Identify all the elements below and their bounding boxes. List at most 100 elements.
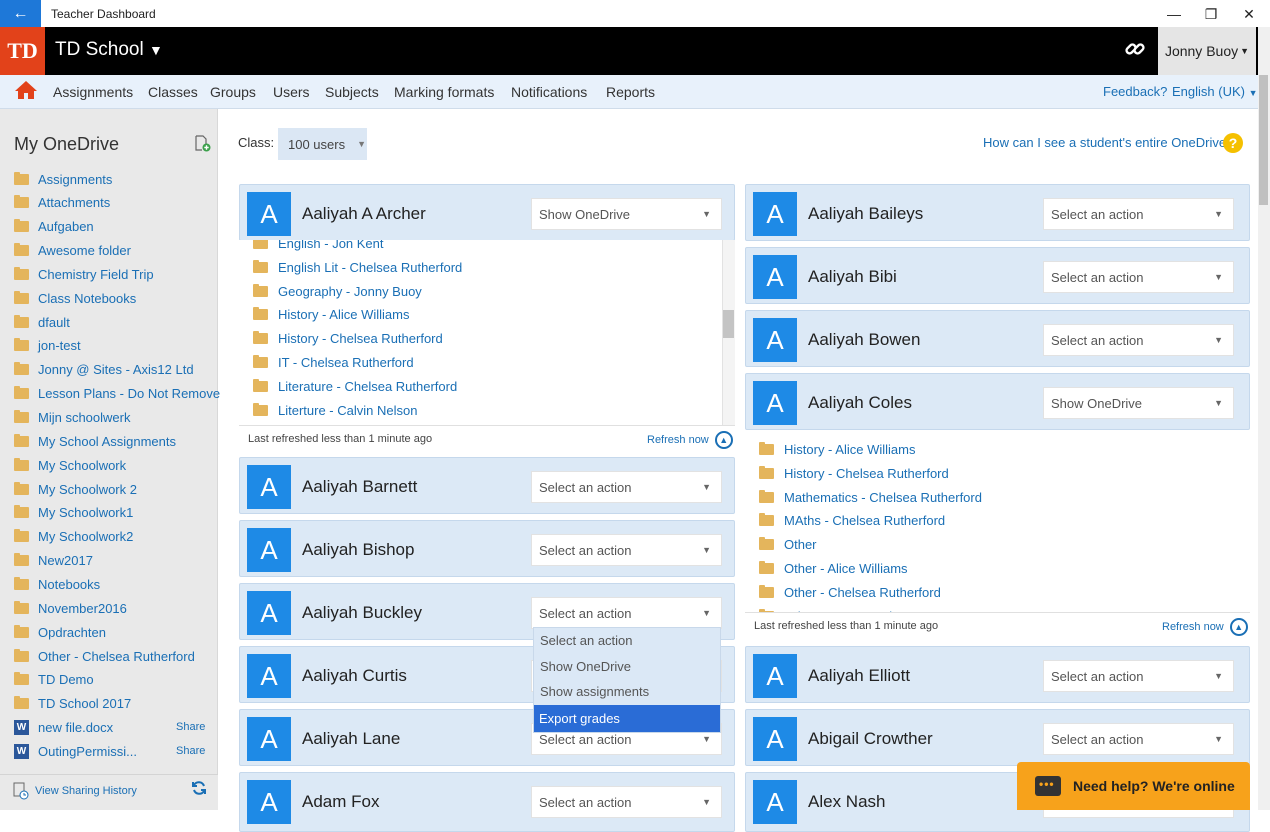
action-select[interactable]: Select an action ▼ [531,786,722,818]
nav-reports[interactable]: Reports [606,84,655,100]
language-label: English (UK) [1172,84,1245,99]
sidebar-folder-item[interactable]: November2016 [14,598,127,618]
home-icon[interactable] [14,80,38,106]
school-selector[interactable]: TD School ▼ [55,39,163,61]
action-select[interactable]: Show OneDrive ▼ [531,198,722,230]
dropdown-option[interactable]: Show OneDrive [540,659,631,674]
onedrive-folder-item[interactable]: History - Chelsea Rutherford [759,465,949,481]
sidebar-folder-item[interactable]: My School Assignments [14,431,176,451]
action-select[interactable]: Select an action ▼ [531,471,722,503]
sidebar-folder-item[interactable]: Mijn schoolwerk [14,408,130,428]
dropdown-option-highlighted[interactable]: Export grades [534,705,720,732]
sidebar-folder-item[interactable]: TD School 2017 [14,694,131,714]
onedrive-folder-panel: History - Alice Williams History - Chelse… [745,432,1250,612]
onedrive-folder-item[interactable]: English - Jon Kent [253,240,384,251]
action-select[interactable]: Select an action ▼ [1043,660,1234,692]
folder-label: History - Alice Williams [784,442,916,457]
close-button[interactable]: ✕ [1226,3,1270,25]
onedrive-folder-item[interactable]: Literture - Calvin Nelson [253,402,417,418]
link-icon[interactable] [1124,38,1146,66]
sidebar-folder-item[interactable]: My Schoolwork 2 [14,479,137,499]
folder-icon [14,600,29,614]
sidebar-folder-item[interactable]: Chemistry Field Trip [14,264,154,284]
student-avatar: A [753,318,797,362]
feedback-link[interactable]: Feedback? [1103,84,1167,99]
action-select[interactable]: Select an action ▼ [1043,198,1234,230]
refresh-now-button[interactable]: Refresh now ▲ [647,431,733,449]
onedrive-folder-item[interactable]: Other - Alice Williams [759,561,908,576]
folder-label: Other [784,537,817,553]
nav-classes[interactable]: Classes [148,84,198,100]
help-icon[interactable]: ? [1223,133,1243,153]
sidebar-folder-item[interactable]: Assignments [14,169,112,189]
nav-groups[interactable]: Groups [210,84,256,100]
nav-assignments[interactable]: Assignments [53,84,133,100]
caret-down-icon: ▼ [702,734,711,744]
page-scrollbar-thumb[interactable] [1259,75,1268,205]
dropdown-option[interactable]: Show assignments [540,684,649,699]
sidebar-file-item[interactable]: W OutingPermissi... [14,741,137,761]
onedrive-folder-item[interactable]: Other [759,537,817,552]
onedrive-folder-item[interactable]: Mathematics - Chelsea Rutherford [759,489,982,505]
folder-label: Mijn schoolwerk [38,410,131,425]
nav-marking-formats[interactable]: Marking formats [394,84,494,100]
action-select[interactable]: Show OneDrive ▼ [1043,387,1234,419]
nav-notifications[interactable]: Notifications [511,84,587,100]
onedrive-folder-item[interactable]: Geography - Jonny Buoy [253,283,422,299]
action-select[interactable]: Select an action ▼ [531,534,722,566]
sidebar-folder-item[interactable]: dfault [14,312,70,332]
sidebar-folder-item[interactable]: Notebooks [14,574,100,594]
sidebar-file-item[interactable]: Wnew file.docx [14,717,113,737]
onedrive-folder-item[interactable]: Other - Chelsea Rutherford [759,584,941,600]
share-link[interactable]: Share [176,745,205,757]
folder-label: My Schoolwork 2 [38,481,137,497]
chat-widget[interactable]: Need help? We're online [1017,762,1250,810]
student-name: Aaliyah Elliott [808,666,911,685]
sidebar-folder-item[interactable]: Jonny @ Sites - Axis12 Ltd [14,360,194,380]
sidebar-folder-item[interactable]: Awesome folder [14,241,131,261]
action-select[interactable]: Select an action ▼ [531,597,722,629]
onedrive-folder-item[interactable]: English Lit - Chelsea Rutherford [253,259,462,275]
view-sharing-history-link[interactable]: View Sharing History [12,782,137,800]
onedrive-folder-item[interactable]: History - Chelsea Rutherford [253,331,443,346]
back-button[interactable]: ← [0,0,41,27]
student-name: Aaliyah Bowen [808,330,921,349]
action-select[interactable]: Select an action ▼ [1043,324,1234,356]
onedrive-folder-item[interactable]: MAths - Chelsea Rutherford [759,513,945,528]
folder-label: dfault [38,314,70,330]
share-link[interactable]: Share [176,721,205,733]
sidebar-folder-item[interactable]: Other - Chelsea Rutherford [14,646,195,666]
onedrive-folder-item[interactable]: IT - Chelsea Rutherford [253,355,414,370]
onedrive-folder-item[interactable]: History - Alice Williams [759,442,915,457]
sidebar-folder-item[interactable]: Attachments [14,193,110,213]
sidebar-folder-item[interactable]: My Schoolwork2 [14,527,133,547]
sidebar-folder-item[interactable]: Lesson Plans - Do Not Remove [14,384,220,404]
class-select[interactable]: 100 users ▼ [278,128,367,160]
onedrive-folder-item[interactable]: Literature - Chelsea Rutherford [253,378,457,394]
language-selector[interactable]: English (UK) ▼ [1172,84,1258,99]
sidebar-folder-item[interactable]: jon-test [14,336,81,356]
student-card: A Adam Fox Select an action ▼ [239,772,735,832]
user-menu[interactable]: Jonny Buoy ▼ [1158,27,1256,75]
sidebar-folder-item[interactable]: TD Demo [14,670,94,690]
sidebar-folder-item[interactable]: My Schoolwork [14,455,126,475]
folder-scrollbar-thumb[interactable] [723,310,734,338]
onedrive-help-link[interactable]: How can I see a student's entire OneDriv… [983,135,1233,150]
sidebar-folder-item[interactable]: Opdrachten [14,622,106,642]
nav-users[interactable]: Users [273,84,310,100]
sidebar-folder-item[interactable]: Class Notebooks [14,288,136,308]
sidebar-folder-item[interactable]: New2017 [14,551,93,571]
action-select[interactable]: Select an action ▼ [1043,723,1234,755]
onedrive-folder-item[interactable]: History - Alice Williams [253,307,409,322]
sidebar-folder-item[interactable]: My Schoolwork1 [14,503,133,523]
refresh-now-button[interactable]: Refresh now ▲ [1162,618,1248,636]
add-file-icon[interactable] [194,135,211,157]
caret-down-icon: ▼ [1214,272,1223,282]
nav-subjects[interactable]: Subjects [325,84,379,100]
action-select[interactable]: Select an action ▼ [1043,261,1234,293]
dropdown-option[interactable]: Select an action [540,633,633,648]
folder-icon [14,171,29,185]
sync-icon[interactable] [191,780,207,800]
sidebar-folder-item[interactable]: Aufgaben [14,217,94,237]
folder-icon [253,355,268,368]
